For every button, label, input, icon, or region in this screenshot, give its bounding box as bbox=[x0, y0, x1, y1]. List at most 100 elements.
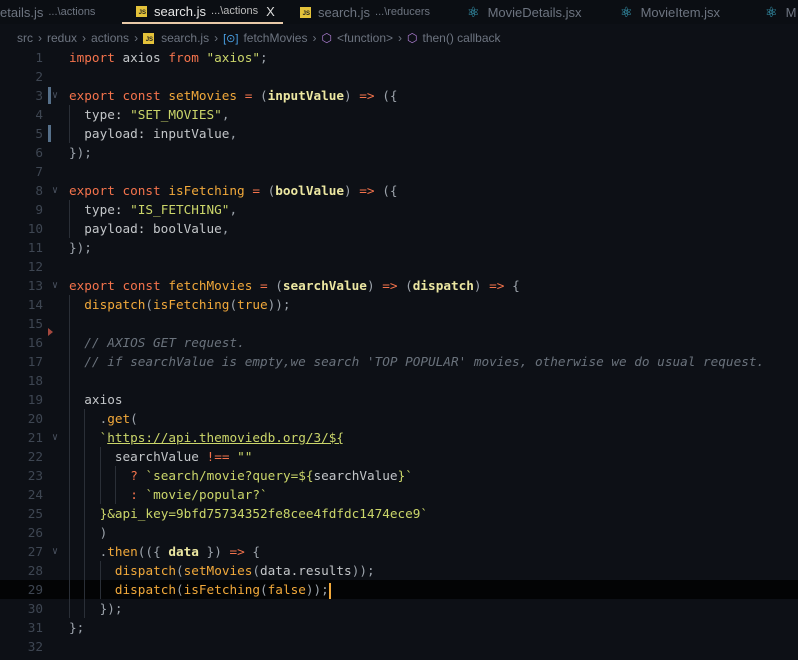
tab-label: etails.js bbox=[0, 4, 44, 20]
breadcrumb-item[interactable]: fetchMovies bbox=[243, 31, 307, 45]
code-line[interactable]: 16 // AXIOS GET request. bbox=[0, 333, 798, 352]
code-line[interactable]: 27 ∨ .then(({ data }) => { bbox=[0, 542, 798, 561]
code-token: isFetching bbox=[153, 297, 230, 312]
breadcrumb-item[interactable]: then() callback bbox=[422, 31, 500, 45]
code-token: ) bbox=[473, 278, 490, 293]
code-line[interactable]: 8 ∨ export const isFetching = (boolValue) … bbox=[0, 181, 798, 200]
code-token: "SET_MOVIES" bbox=[130, 107, 222, 122]
line-number: 21 bbox=[27, 430, 43, 445]
code-text: // if searchValue is empty,we search 'TO… bbox=[69, 352, 764, 371]
line-number: 14 bbox=[27, 297, 43, 312]
breadcrumb-item[interactable]: search.js bbox=[161, 31, 209, 45]
code-line[interactable]: 6}); bbox=[0, 143, 798, 162]
line-number: 31 bbox=[27, 620, 43, 635]
breadcrumb-item[interactable]: <function> bbox=[337, 31, 393, 45]
fold-chevron-icon[interactable]: ∨ bbox=[52, 428, 58, 447]
fold-chevron-icon[interactable]: ∨ bbox=[52, 181, 58, 200]
code-line[interactable]: 31}; bbox=[0, 618, 798, 637]
code-line[interactable]: 10 payload: boolValue, bbox=[0, 219, 798, 238]
code-token: , bbox=[229, 202, 238, 217]
tab-search-js-reducers[interactable]: JS search.js ...\reducers bbox=[300, 0, 430, 24]
code-token: export const bbox=[69, 183, 169, 198]
code-line[interactable]: 32 bbox=[0, 637, 798, 656]
tab-label: MovieItem.jsx bbox=[640, 4, 721, 20]
code-line[interactable]: 11}); bbox=[0, 238, 798, 257]
code-token: get bbox=[107, 411, 131, 426]
code-line[interactable]: 26) bbox=[0, 523, 798, 542]
code-line[interactable]: 30}); bbox=[0, 599, 798, 618]
chevron-right-icon: › bbox=[134, 31, 139, 45]
indent-guide bbox=[99, 485, 115, 504]
breadcrumb-item[interactable]: src bbox=[17, 31, 33, 45]
line-number: 30 bbox=[27, 601, 43, 616]
breadcrumb-item[interactable]: actions bbox=[91, 31, 129, 45]
code-token: setMovies bbox=[183, 563, 253, 578]
indent-guide bbox=[84, 466, 99, 485]
fold-chevron-icon[interactable]: ∨ bbox=[52, 542, 58, 561]
code-line[interactable]: 12 bbox=[0, 257, 798, 276]
tab-search-js-actions[interactable]: JS search.js ...\actions X bbox=[122, 0, 283, 24]
code-line[interactable]: 29 dispatch(isFetching(false)); bbox=[0, 580, 798, 599]
js-file-icon: JS bbox=[300, 6, 311, 18]
git-modified-marker[interactable] bbox=[48, 125, 51, 142]
code-line[interactable]: 13 ∨ export const fetchMovies = (searchVal… bbox=[0, 276, 798, 295]
code-line[interactable]: 21 ∨ `https://api.themoviedb.org/3/${ bbox=[0, 428, 798, 447]
code-token: payload: inputValue bbox=[84, 126, 230, 141]
code-token: fetchMovies bbox=[168, 278, 253, 293]
code-token: ( bbox=[259, 88, 268, 103]
code-line[interactable]: 24: `movie/popular?` bbox=[0, 485, 798, 504]
code-line[interactable]: 22 searchValue !== "" bbox=[0, 447, 798, 466]
code-line[interactable]: 25}&api_key=9bfd75734352fe8cee4fdfdc1474… bbox=[0, 504, 798, 523]
code-text bbox=[69, 314, 84, 333]
code-text bbox=[69, 371, 84, 390]
line-number: 27 bbox=[27, 544, 43, 559]
git-modified-marker[interactable] bbox=[48, 87, 51, 104]
code-line[interactable]: 5 payload: inputValue, bbox=[0, 124, 798, 143]
code-token: ( bbox=[145, 297, 154, 312]
code-line[interactable]: 18 bbox=[0, 371, 798, 390]
code-text: }; bbox=[69, 618, 84, 637]
line-number: 1 bbox=[35, 50, 43, 65]
fold-chevron-icon[interactable]: ∨ bbox=[52, 86, 58, 105]
code-line[interactable]: 14 dispatch(isFetching(true)); bbox=[0, 295, 798, 314]
tab-overflow[interactable]: ⚛ M bbox=[765, 0, 796, 24]
code-line[interactable]: 19 axios bbox=[0, 390, 798, 409]
line-number: 19 bbox=[27, 392, 43, 407]
code-line[interactable]: 17 // if searchValue is empty,we search '… bbox=[0, 352, 798, 371]
code-editor[interactable]: 1 import axios from "axios"; 2 3 ∨ export con… bbox=[0, 48, 798, 656]
tab-moviedetails-jsx[interactable]: ⚛ MovieDetails.jsx bbox=[467, 0, 581, 24]
code-text: type: "SET_MOVIES", bbox=[69, 105, 229, 124]
code-token: }; bbox=[69, 620, 85, 635]
code-line[interactable]: 7 bbox=[0, 162, 798, 181]
code-line[interactable]: 9 type: "IS_FETCHING", bbox=[0, 200, 798, 219]
code-line[interactable]: 1 import axios from "axios"; bbox=[0, 48, 798, 67]
code-token: )); bbox=[267, 297, 291, 312]
breadcrumb-item[interactable]: redux bbox=[47, 31, 77, 45]
tab-movieitem-jsx[interactable]: ⚛ MovieItem.jsx bbox=[620, 0, 720, 24]
code-line[interactable]: 2 bbox=[0, 67, 798, 86]
code-line[interactable]: 15 bbox=[0, 314, 798, 336]
editor-tab-bar: etails.js ...\actions JS search.js ...\acti… bbox=[0, 0, 798, 24]
code-line[interactable]: 20 .get( bbox=[0, 409, 798, 428]
indent-guide bbox=[114, 466, 130, 485]
code-line[interactable]: 28 dispatch(setMovies(data.results)); bbox=[0, 561, 798, 580]
code-text: axios bbox=[69, 390, 123, 409]
indent-guide bbox=[84, 599, 99, 618]
code-token: type: bbox=[84, 107, 131, 122]
code-line[interactable]: 3 ∨ export const setMovies = (inputValue) … bbox=[0, 86, 798, 105]
indent-guide bbox=[69, 371, 84, 390]
code-token: }); bbox=[69, 145, 92, 160]
js-file-icon: JS bbox=[136, 5, 147, 17]
indent-guide bbox=[69, 561, 84, 580]
code-token: "axios" bbox=[198, 50, 260, 65]
code-line[interactable]: 4 type: "SET_MOVIES", bbox=[0, 105, 798, 124]
code-token: dispatch bbox=[84, 297, 146, 312]
fold-chevron-icon[interactable]: ∨ bbox=[52, 276, 58, 295]
indent-guide bbox=[69, 485, 84, 504]
close-icon[interactable]: X bbox=[266, 4, 275, 19]
code-text: ? `search/movie?query=${searchValue}` bbox=[69, 466, 413, 485]
code-text: ) bbox=[69, 523, 107, 542]
line-number: 23 bbox=[27, 468, 43, 483]
code-line[interactable]: 23 ? `search/movie?query=${searchValue}` bbox=[0, 466, 798, 485]
tab-details-js[interactable]: etails.js ...\actions bbox=[0, 0, 95, 24]
